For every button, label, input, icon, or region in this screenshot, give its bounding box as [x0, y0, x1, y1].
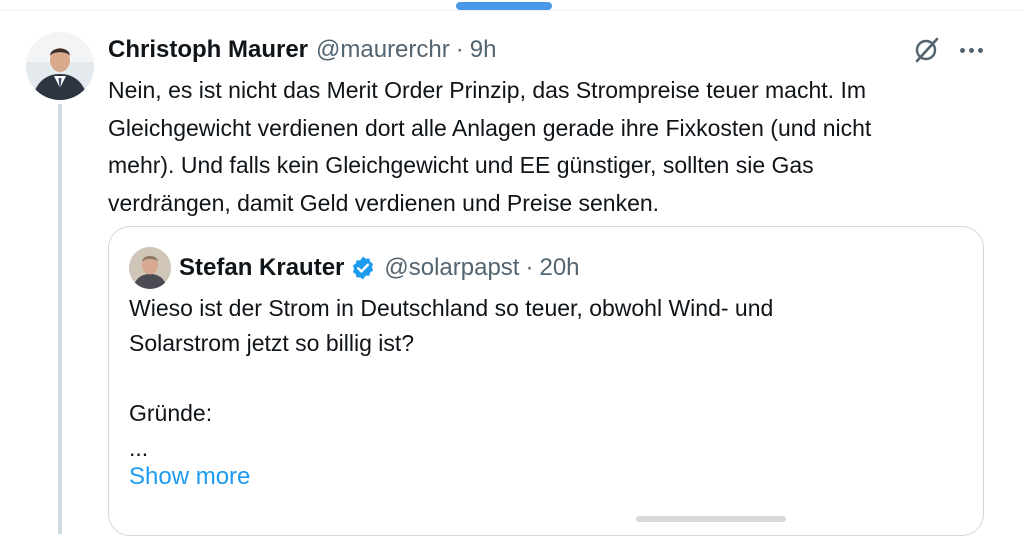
more-options-icon[interactable] — [956, 36, 986, 64]
new-posts-indicator[interactable] — [456, 2, 552, 10]
quoted-tweet-header: Stefan Krauter @solarpapst · 20h — [179, 251, 580, 285]
thread-connector-line — [58, 104, 62, 534]
bottom-scroll-handle — [636, 516, 786, 522]
tweet-timestamp[interactable]: 9h — [470, 36, 497, 64]
quoted-tweet-card[interactable]: Stefan Krauter @solarpapst · 20h Wieso i… — [108, 226, 984, 536]
quoted-avatar[interactable] — [129, 247, 171, 289]
show-more-link[interactable]: Show more — [129, 463, 250, 491]
grok-icon[interactable] — [910, 34, 942, 66]
avatar-image — [26, 32, 94, 100]
quoted-author-handle: @solarpapst — [384, 254, 520, 281]
tweet-header: Christoph Maurer @maurerchr · 9h — [108, 34, 496, 66]
separator-dot: · — [455, 36, 464, 63]
author-handle[interactable]: @maurerchr — [316, 36, 450, 64]
quoted-author-name: Stefan Krauter — [179, 254, 345, 281]
author-name[interactable]: Christoph Maurer — [108, 36, 308, 64]
quoted-separator-dot: · — [525, 254, 534, 281]
quoted-tweet-timestamp: 20h — [539, 254, 580, 281]
avatar[interactable] — [26, 32, 94, 100]
quoted-avatar-image — [129, 247, 171, 289]
quoted-tweet-text: Wieso ist der Strom in Deutschland so te… — [129, 295, 774, 461]
top-divider — [0, 10, 1024, 11]
verified-badge-icon — [350, 255, 376, 281]
tweet-text: Nein, es ist nicht das Merit Order Prinz… — [108, 77, 872, 216]
